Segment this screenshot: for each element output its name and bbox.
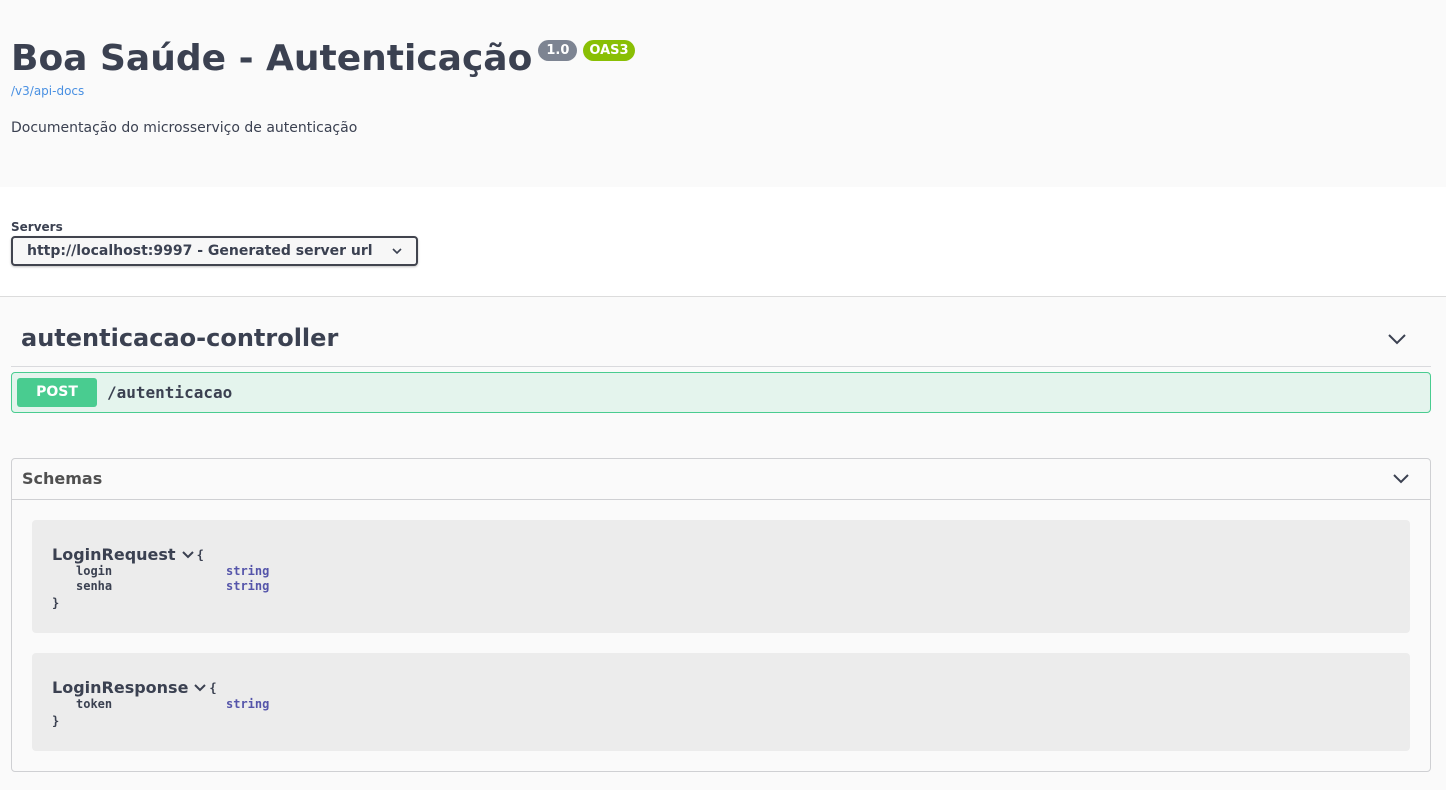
tag-title: autenticacao-controller — [21, 324, 339, 352]
close-brace: } — [52, 596, 60, 610]
property-name: token — [76, 697, 113, 711]
chevron-down-icon[interactable] — [1392, 473, 1410, 485]
api-docs-link[interactable]: /v3/api-docs — [11, 84, 84, 98]
chevron-down-icon[interactable] — [1387, 332, 1407, 346]
operation-post-autenticacao[interactable]: POST /autenticacao — [11, 372, 1431, 413]
property-row: senha string — [76, 579, 269, 593]
oas3-badge: OAS3 — [583, 40, 635, 61]
chevron-down-icon[interactable] — [181, 550, 194, 559]
tag-header-autenticacao-controller[interactable]: autenticacao-controller — [11, 318, 1431, 367]
open-brace: { — [196, 547, 204, 562]
property-name: login — [76, 564, 113, 578]
property-row: token string — [76, 697, 269, 711]
servers-label: Servers — [11, 220, 63, 234]
model-name-row[interactable]: LoginRequest { — [52, 545, 204, 564]
chevron-down-icon — [392, 248, 402, 255]
server-select[interactable]: http://localhost:9997 - Generated server… — [11, 236, 418, 266]
property-name: senha — [76, 579, 113, 593]
schemas-header[interactable]: Schemas — [12, 459, 1430, 500]
chevron-down-icon[interactable] — [194, 683, 207, 692]
version-badge: 1.0 — [538, 40, 578, 61]
schemas-section: Schemas LoginRequest { login string senh… — [11, 458, 1431, 772]
model-name: LoginRequest — [52, 545, 176, 564]
model-login-request: LoginRequest { login string senha string… — [32, 520, 1410, 633]
model-login-response: LoginResponse { token string } — [32, 653, 1410, 751]
open-brace: { — [209, 680, 217, 695]
operation-path: /autenticacao — [107, 383, 233, 402]
schemas-title: Schemas — [22, 469, 103, 488]
server-select-value: http://localhost:9997 - Generated server… — [27, 243, 373, 259]
servers-section: Servers http://localhost:9997 - Generate… — [0, 187, 1446, 297]
method-badge-post: POST — [17, 378, 97, 407]
api-title: Boa Saúde - Autenticação — [11, 38, 533, 79]
model-name-row[interactable]: LoginResponse { — [52, 678, 217, 697]
title-row: Boa Saúde - Autenticação 1.0 OAS3 — [11, 36, 635, 82]
property-type: string — [226, 697, 270, 711]
property-row: login string — [76, 564, 269, 578]
close-brace: } — [52, 714, 60, 728]
property-type: string — [226, 564, 270, 578]
api-description: Documentação do microsserviço de autenti… — [11, 120, 358, 136]
api-info-header: Boa Saúde - Autenticação 1.0 OAS3 /v3/ap… — [0, 0, 1446, 187]
property-type: string — [226, 579, 270, 593]
model-name: LoginResponse — [52, 678, 189, 697]
